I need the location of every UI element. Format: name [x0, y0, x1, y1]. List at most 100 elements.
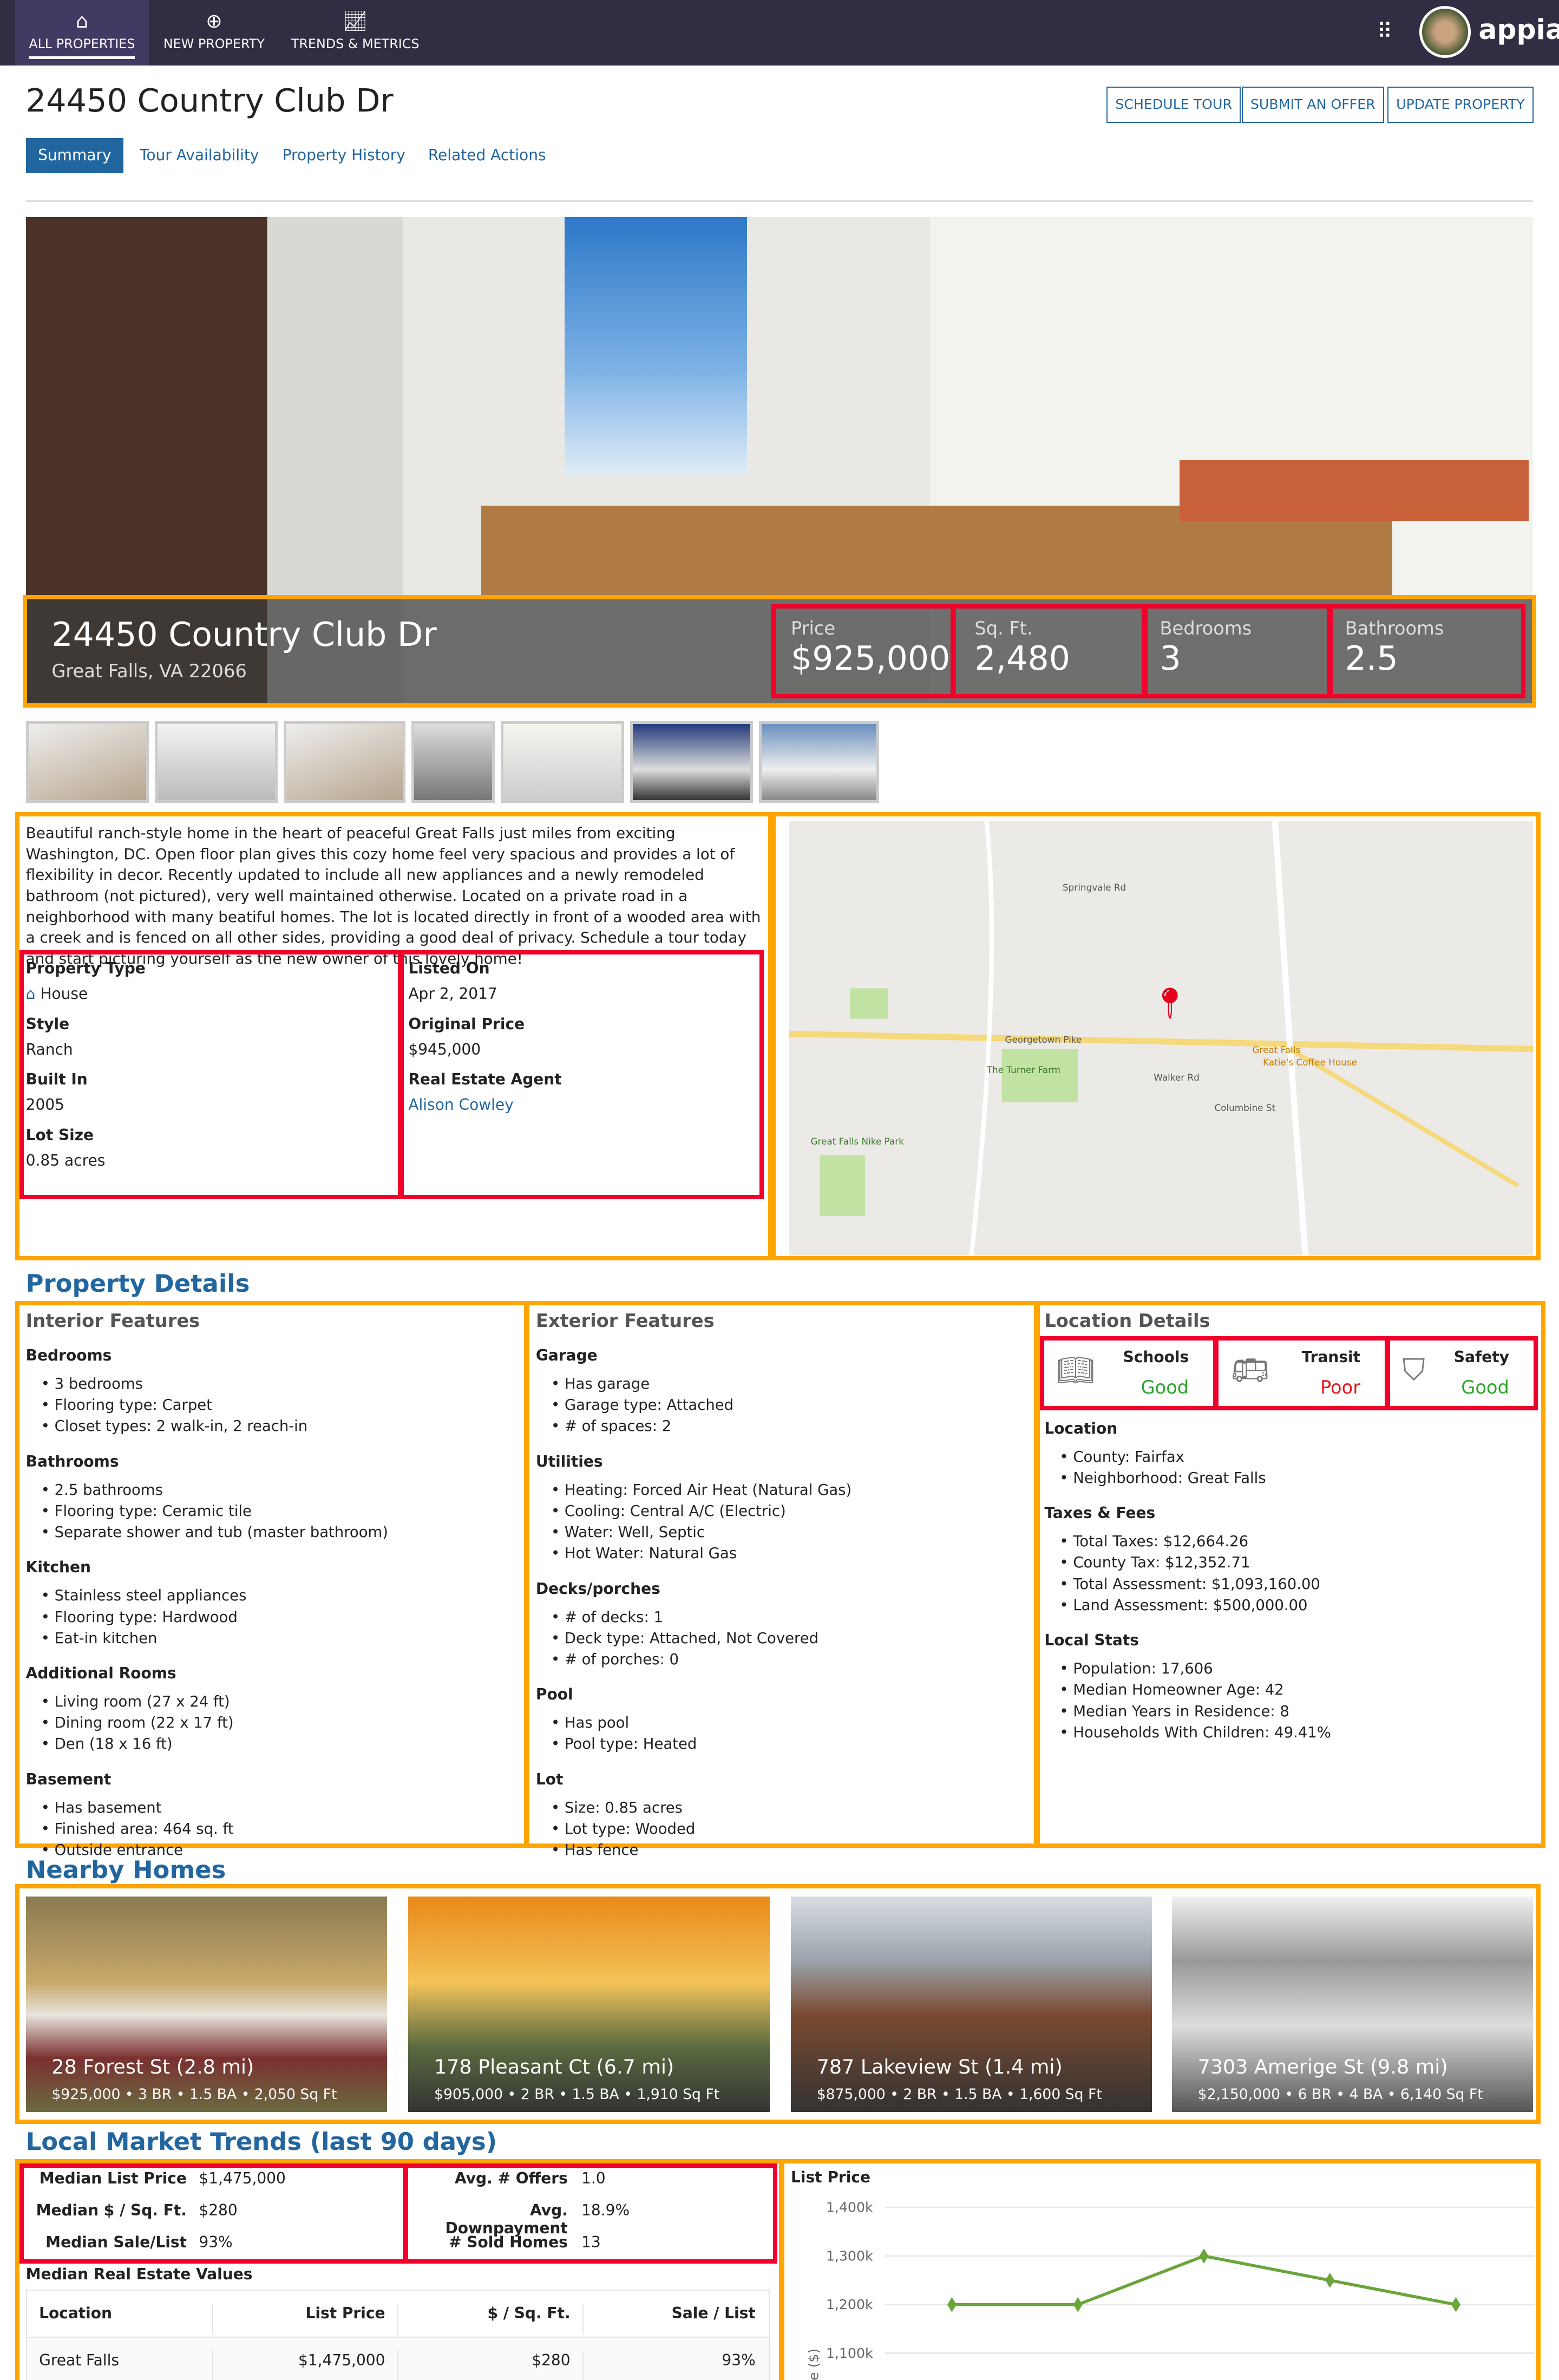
section-title: Nearby Homes: [25, 1855, 226, 1884]
painting: [565, 217, 747, 475]
list-item: Size: 0.85 acres: [551, 1797, 1029, 1819]
thumbnail[interactable]: [25, 721, 149, 803]
group-heading: Lot: [535, 1770, 564, 1788]
location-groups: Location County: FairfaxNeighborhood: Gre…: [1044, 1404, 1537, 1743]
update-property-button[interactable]: UPDATE PROPERTY: [1387, 86, 1534, 123]
list-price-chart: 1,400k 1,300k 1,200k 1,100ke ($): [806, 2200, 1535, 2380]
appian-logo: appian: [1478, 14, 1559, 46]
y-tick-label: 1,400k: [826, 2200, 873, 2215]
list-item: Neighborhood: Great Falls: [1059, 1468, 1537, 1489]
y-tick-label: 1,200k: [826, 2297, 873, 2312]
list-item: Cooling: Central A/C (Electric): [551, 1501, 1029, 1522]
highlight-box: [1143, 604, 1332, 698]
data-point: [1199, 2248, 1209, 2264]
group-heading: Bathrooms: [25, 1452, 119, 1470]
list-item: Water: Well, Septic: [551, 1522, 1029, 1543]
score-transit: 🚌︎ Transit Poor: [1214, 1336, 1389, 1411]
feature-list: Heating: Forced Air Heat (Natural Gas)Co…: [536, 1480, 1029, 1565]
list-item: Eat-in kitchen: [41, 1628, 519, 1649]
list-item: Heating: Forced Air Heat (Natural Gas): [551, 1480, 1029, 1501]
list-item: Median Homeowner Age: 42: [1059, 1679, 1537, 1701]
bus-icon: 🚌︎: [1230, 1353, 1270, 1389]
interior-features: Interior FeaturesBedrooms3 bedroomsFloor…: [26, 1310, 519, 1861]
list-item: Total Taxes: $12,664.26: [1059, 1531, 1537, 1552]
y-axis-label: e ($): [806, 2349, 822, 2380]
list-item: Hot Water: Natural Gas: [551, 1543, 1029, 1564]
group-heading: Pool: [535, 1685, 573, 1704]
group-heading: Basement: [25, 1770, 112, 1788]
tab-property-history[interactable]: Property History: [283, 138, 405, 173]
thumbnail[interactable]: [501, 721, 624, 803]
map-pin-icon[interactable]: 📍︎: [1151, 985, 1189, 1021]
thumbnail[interactable]: [411, 721, 495, 803]
submit-offer-button[interactable]: SUBMIT AN OFFER: [1241, 86, 1384, 123]
feature-list: Has poolPool type: Heated: [536, 1712, 1029, 1755]
feature-list: 3 bedroomsFlooring type: CarpetCloset ty…: [26, 1374, 519, 1437]
list-item: Pool type: Heated: [551, 1734, 1029, 1755]
nearby-home-card[interactable]: 178 Pleasant Ct (6.7 mi) $905,000 • 2 BR …: [408, 1896, 770, 2112]
group-heading: Location: [1044, 1420, 1118, 1437]
column-title: Exterior Features: [535, 1310, 715, 1332]
nearby-home-card[interactable]: 7303 Amerige St (9.8 mi) $2,150,000 • 6 B…: [1171, 1896, 1534, 2112]
thumbnail[interactable]: [155, 721, 278, 803]
group-heading: Taxes & Fees: [1044, 1504, 1156, 1522]
tab-related-actions[interactable]: Related Actions: [428, 138, 546, 173]
avatar[interactable]: [1419, 6, 1471, 58]
data-point: [947, 2297, 957, 2312]
tab-summary[interactable]: Summary: [25, 138, 123, 173]
score-schools: 📖︎ Schools Good: [1039, 1336, 1218, 1411]
list-item: Flooring type: Hardwood: [41, 1607, 519, 1628]
list-item: # of porches: 0: [551, 1649, 1029, 1670]
group-heading: Local Stats: [1044, 1631, 1139, 1650]
nearby-home-card[interactable]: 787 Lakeview St (1.4 mi) $875,000 • 2 BR …: [791, 1896, 1152, 2112]
feature-list: Living room (27 x 24 ft)Dining room (22 …: [26, 1691, 519, 1755]
highlight-box: [952, 604, 1147, 698]
tab-tour-availability[interactable]: Tour Availability: [140, 138, 259, 173]
values-table: Location List Price $ / Sq. Ft. Sale / List…: [25, 2289, 770, 2380]
apps-grid-icon[interactable]: ⠿: [1377, 19, 1393, 44]
list-item: Total Assessment: $1,093,160.00: [1059, 1574, 1537, 1595]
list-item: Population: 17,606: [1059, 1658, 1537, 1679]
list-item: Separate shower and tub (master bathroom…: [41, 1522, 519, 1543]
list-item: # of spaces: 2: [551, 1416, 1029, 1437]
list-item: Median Years in Residence: 8: [1059, 1701, 1537, 1722]
facts-left: Property Type ⌂ House Style Ranch Built In…: [25, 959, 146, 1169]
list-item: Households With Children: 49.41%: [1059, 1722, 1537, 1743]
highlight-box: [771, 604, 955, 698]
thumbnail[interactable]: [630, 721, 753, 803]
list-item: Flooring type: Ceramic tile: [41, 1501, 519, 1522]
feature-list: 2.5 bathroomsFlooring type: Ceramic tile…: [26, 1480, 519, 1544]
map[interactable]: Georgetown Pike Great Falls Katie's Coff…: [789, 821, 1534, 1256]
agent-link[interactable]: Alison Cowley: [408, 1096, 757, 1114]
top-nav: ⌂ ALL PROPERTIES ⊕ NEW PROPERTY 📈︎ TRENDS &…: [0, 0, 1559, 66]
house-icon: ⌂: [25, 985, 41, 1003]
bench: [1179, 460, 1529, 521]
group-heading: Additional Rooms: [25, 1664, 176, 1683]
list-item: Finished area: 464 sq. ft: [41, 1819, 519, 1840]
shield-star-icon: ⛉: [1402, 1352, 1425, 1388]
exterior-features: Exterior Features Garage Has garageGarage …: [536, 1310, 1029, 1861]
nav-all-properties[interactable]: ⌂ ALL PROPERTIES: [15, 0, 149, 66]
thumbnail[interactable]: [759, 721, 879, 803]
y-tick-label: 1,100k: [826, 2345, 873, 2361]
list-item: Stainless steel appliances: [41, 1585, 519, 1606]
list-item: Dining room (22 x 17 ft): [41, 1712, 519, 1734]
thumbnail[interactable]: [284, 721, 405, 803]
group-heading: Utilities: [535, 1452, 603, 1470]
feature-list: Population: 17,606Median Homeowner Age: …: [1044, 1658, 1537, 1743]
feature-list: Has basementFinished area: 464 sq. ftOut…: [26, 1797, 519, 1861]
book-icon: 📖︎: [1056, 1353, 1095, 1389]
y-tick-label: 1,300k: [826, 2248, 873, 2264]
schedule-tour-button[interactable]: SCHEDULE TOUR: [1106, 86, 1241, 123]
nav-new-property[interactable]: ⊕ NEW PROPERTY: [152, 0, 276, 66]
score-safety: ⛉ Safety Good: [1386, 1336, 1538, 1411]
list-item: County Tax: $12,352.71: [1059, 1552, 1537, 1573]
nav-trends-metrics[interactable]: 📈︎ TRENDS & METRICS: [283, 0, 428, 66]
feature-list: County: FairfaxNeighborhood: Great Falls: [1044, 1447, 1537, 1489]
nearby-home-card[interactable]: 28 Forest St (2.8 mi) $925,000 • 3 BR • 1…: [25, 1896, 388, 2112]
list-item: Den (18 x 16 ft): [41, 1734, 519, 1755]
list-item: Has basement: [41, 1797, 519, 1819]
chart-title: List Price: [791, 2168, 870, 2186]
list-item: Lot type: Wooded: [551, 1819, 1029, 1840]
data-point: [1451, 2297, 1460, 2312]
